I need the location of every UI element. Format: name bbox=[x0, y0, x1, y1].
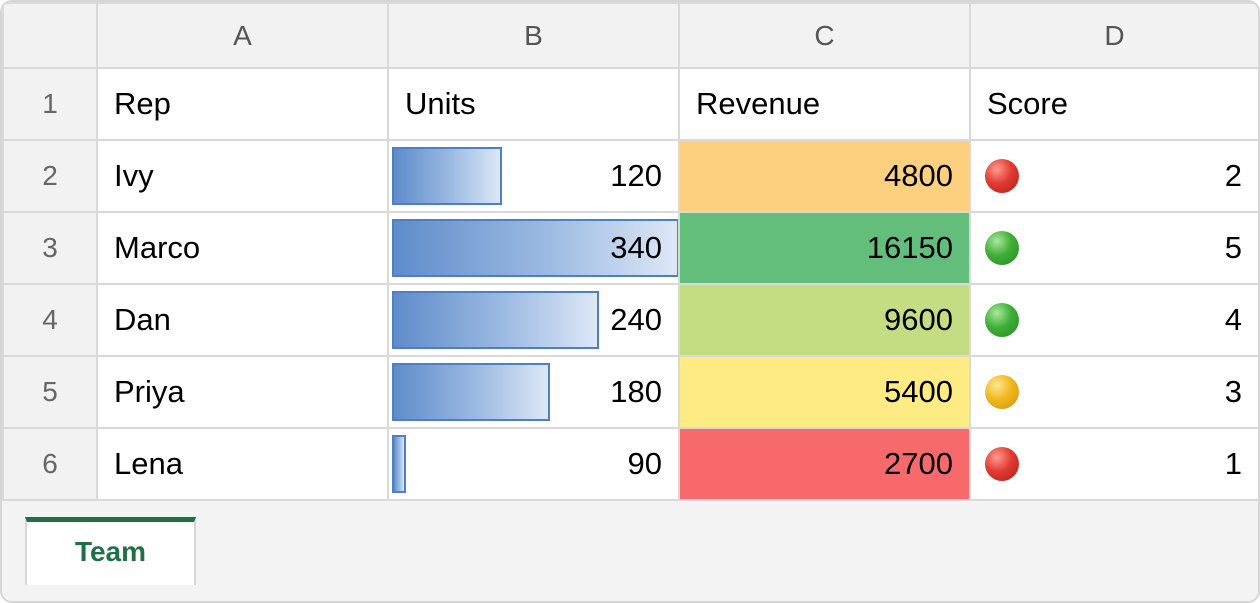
score-value: 3 bbox=[1224, 374, 1242, 409]
table-row: 5 Priya 180 5400 3 bbox=[2, 355, 1258, 429]
row-header[interactable]: 6 bbox=[2, 427, 98, 501]
cell-rep[interactable]: Ivy bbox=[96, 139, 389, 213]
revenue-value: 9600 bbox=[884, 302, 953, 337]
revenue-value: 16150 bbox=[866, 230, 953, 265]
units-value: 180 bbox=[610, 374, 662, 409]
column-header-a[interactable]: A bbox=[96, 2, 389, 69]
cell-units[interactable]: 340 bbox=[387, 211, 680, 285]
cell-rep[interactable]: Marco bbox=[96, 211, 389, 285]
cell-score[interactable]: 5 bbox=[969, 211, 1258, 285]
row-header[interactable]: 4 bbox=[2, 283, 98, 357]
cell-revenue[interactable]: 2700 bbox=[678, 427, 971, 501]
cell-score[interactable]: 4 bbox=[969, 283, 1258, 357]
table-row: 1 Rep Units Revenue Score bbox=[2, 67, 1258, 141]
cell-rep[interactable]: Lena bbox=[96, 427, 389, 501]
units-data-bar bbox=[392, 147, 503, 205]
score-value: 1 bbox=[1224, 446, 1242, 481]
table-row: 2 Ivy 120 4800 2 bbox=[2, 139, 1258, 213]
cell-units[interactable]: 90 bbox=[387, 427, 680, 501]
units-value: 90 bbox=[627, 446, 662, 481]
table-row: 3 Marco 340 16150 5 bbox=[2, 211, 1258, 285]
yellow-circle-icon bbox=[985, 375, 1019, 409]
cell-b1[interactable]: Units bbox=[387, 67, 680, 141]
cell-a1[interactable]: Rep bbox=[96, 67, 389, 141]
units-data-bar bbox=[392, 291, 599, 349]
units-value: 120 bbox=[610, 158, 662, 193]
revenue-value: 4800 bbox=[884, 158, 953, 193]
column-header-d[interactable]: D bbox=[969, 2, 1258, 69]
score-value: 4 bbox=[1224, 302, 1242, 337]
table-row: 4 Dan 240 9600 4 bbox=[2, 283, 1258, 357]
units-data-bar bbox=[392, 435, 406, 493]
units-value: 340 bbox=[610, 230, 662, 265]
sheet-tab-team[interactable]: Team bbox=[25, 517, 196, 585]
cell-grid: A B C D 1 Rep Units Revenue Score 2 Ivy 12… bbox=[2, 2, 1258, 501]
row-header-1[interactable]: 1 bbox=[2, 67, 98, 141]
cell-revenue[interactable]: 4800 bbox=[678, 139, 971, 213]
row-header[interactable]: 2 bbox=[2, 139, 98, 213]
cell-c1[interactable]: Revenue bbox=[678, 67, 971, 141]
units-data-bar bbox=[392, 363, 551, 421]
cell-rep[interactable]: Dan bbox=[96, 283, 389, 357]
cell-units[interactable]: 240 bbox=[387, 283, 680, 357]
revenue-value: 2700 bbox=[884, 446, 953, 481]
cell-score[interactable]: 3 bbox=[969, 355, 1258, 429]
cell-revenue[interactable]: 5400 bbox=[678, 355, 971, 429]
cell-units[interactable]: 120 bbox=[387, 139, 680, 213]
cell-revenue[interactable]: 9600 bbox=[678, 283, 971, 357]
red-circle-icon bbox=[985, 159, 1019, 193]
units-value: 240 bbox=[610, 302, 662, 337]
table-row: 6 Lena 90 2700 1 bbox=[2, 427, 1258, 501]
cell-units[interactable]: 180 bbox=[387, 355, 680, 429]
sheet-tab-bar: Team bbox=[2, 501, 1258, 601]
cell-revenue[interactable]: 16150 bbox=[678, 211, 971, 285]
spreadsheet-window: A B C D 1 Rep Units Revenue Score 2 Ivy 12… bbox=[0, 0, 1260, 603]
cell-score[interactable]: 1 bbox=[969, 427, 1258, 501]
score-value: 2 bbox=[1224, 158, 1242, 193]
column-header-b[interactable]: B bbox=[387, 2, 680, 69]
cell-d1[interactable]: Score bbox=[969, 67, 1258, 141]
green-circle-icon bbox=[985, 231, 1019, 265]
score-value: 5 bbox=[1224, 230, 1242, 265]
cell-rep[interactable]: Priya bbox=[96, 355, 389, 429]
select-all-corner[interactable] bbox=[2, 2, 98, 69]
cell-score[interactable]: 2 bbox=[969, 139, 1258, 213]
green-circle-icon bbox=[985, 303, 1019, 337]
revenue-value: 5400 bbox=[884, 374, 953, 409]
column-header-row: A B C D bbox=[2, 2, 1258, 69]
row-header[interactable]: 3 bbox=[2, 211, 98, 285]
red-circle-icon bbox=[985, 447, 1019, 481]
column-header-c[interactable]: C bbox=[678, 2, 971, 69]
row-header[interactable]: 5 bbox=[2, 355, 98, 429]
